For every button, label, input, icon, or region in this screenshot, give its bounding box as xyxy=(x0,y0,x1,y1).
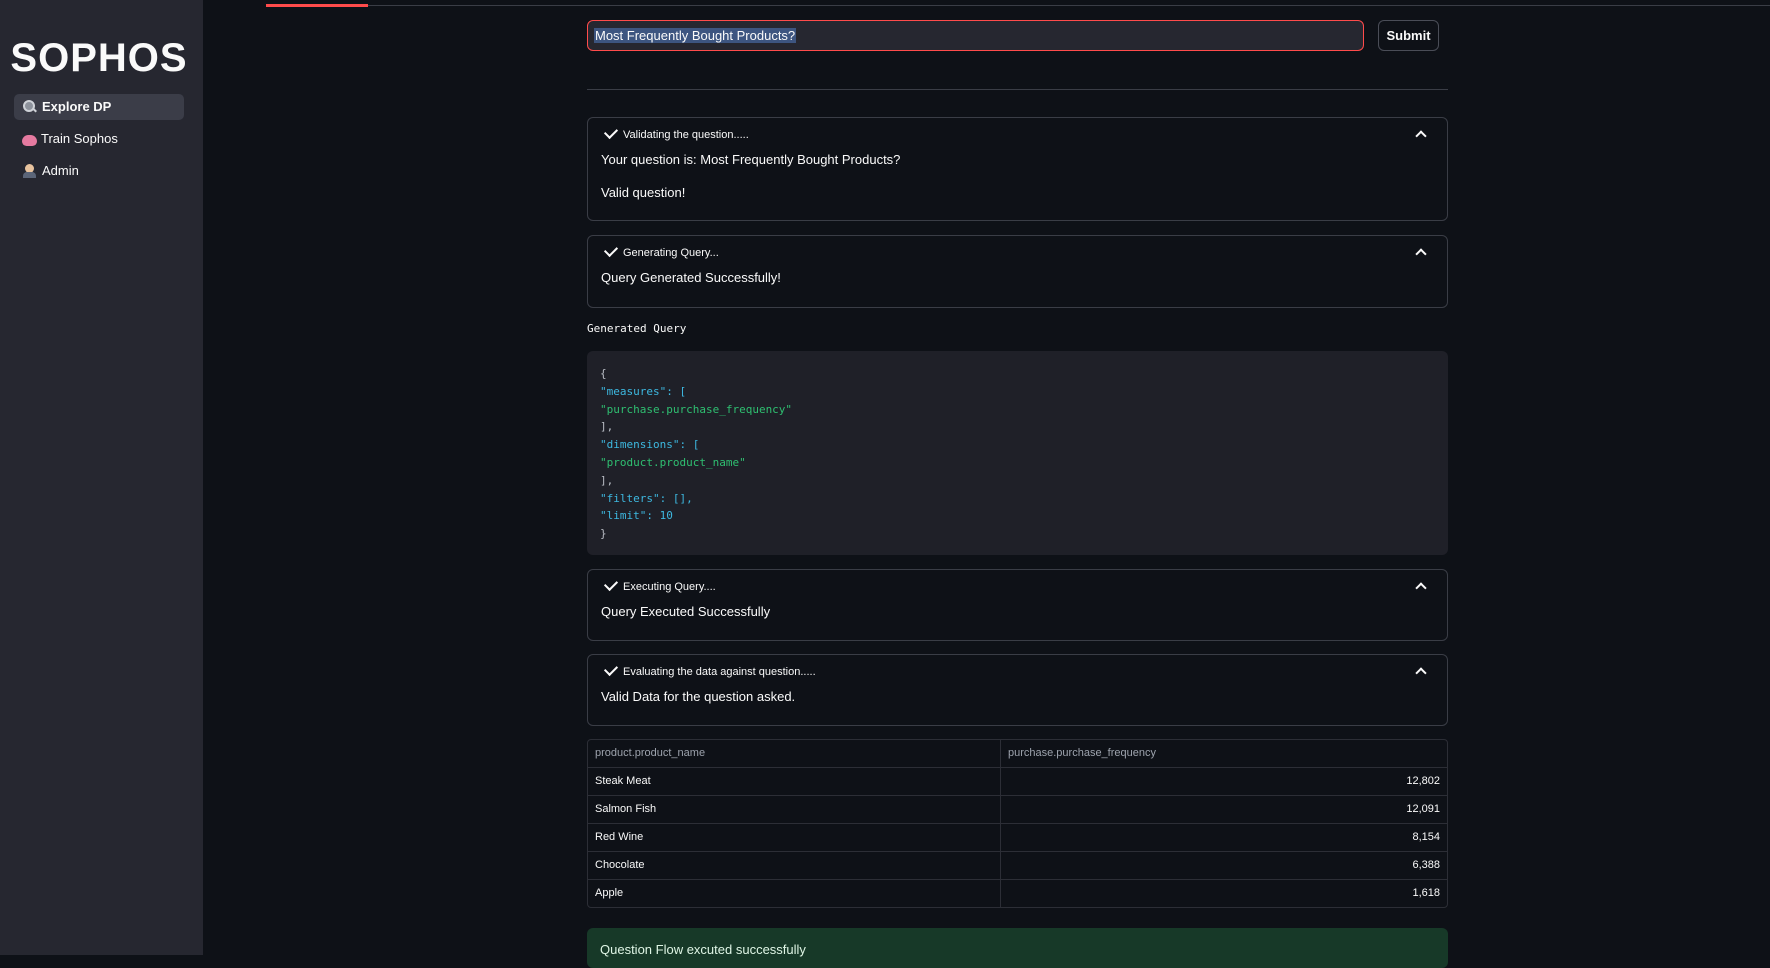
question-input[interactable]: Most Frequently Bought Products? xyxy=(587,20,1364,51)
step-title: Validating the question..... xyxy=(623,129,749,141)
code-line: ], xyxy=(600,473,614,487)
brain-icon xyxy=(22,134,37,146)
submit-button[interactable]: Submit xyxy=(1378,20,1439,51)
check-icon xyxy=(603,576,619,592)
code-line: { xyxy=(600,367,607,380)
code-line: "dimensions": [ xyxy=(600,438,700,452)
sidebar: SOPHOS Explore DP Train Sophos Admin xyxy=(0,0,203,955)
top-progress-accent xyxy=(266,4,368,7)
step-generating-header[interactable]: Generating Query... xyxy=(588,236,1447,270)
table-row: Steak Meat 12,802 xyxy=(588,768,1447,796)
chevron-up-icon[interactable] xyxy=(1415,248,1427,260)
sidebar-item-label: Explore DP xyxy=(42,99,112,114)
step-validating-header[interactable]: Validating the question..... xyxy=(588,118,1447,152)
top-progress-track xyxy=(266,5,1770,6)
chevron-up-icon[interactable] xyxy=(1415,130,1427,142)
sidebar-item-explore-dp[interactable]: Explore DP xyxy=(14,94,184,120)
chevron-up-icon[interactable] xyxy=(1415,667,1427,679)
table-row: Chocolate 6,388 xyxy=(588,852,1447,880)
step-title: Evaluating the data against question....… xyxy=(623,666,816,678)
table-cell[interactable]: 1,618 xyxy=(1001,880,1447,907)
code-line: "product.product_name" xyxy=(600,455,746,469)
step-message: Query Executed Successfully xyxy=(601,604,771,619)
magnifier-icon xyxy=(22,100,38,114)
code-line: "measures": [ xyxy=(600,384,687,398)
table-cell[interactable]: 12,802 xyxy=(1001,768,1447,795)
sidebar-item-label: Train Sophos xyxy=(41,131,118,146)
code-line: "purchase.purchase_frequency" xyxy=(600,402,793,416)
sidebar-nav: Explore DP Train Sophos Admin xyxy=(14,94,184,190)
check-icon xyxy=(603,242,619,258)
code-line: } xyxy=(600,527,607,541)
check-icon xyxy=(603,124,619,140)
table-cell[interactable]: Red Wine xyxy=(588,824,1001,851)
step-evaluating-expander: Evaluating the data against question....… xyxy=(587,654,1448,726)
column-header[interactable]: purchase.purchase_frequency xyxy=(1001,740,1447,767)
generated-query-label: Generated Query xyxy=(587,322,687,335)
generated-query-code: { "measures": [ "purchase.purchase_frequ… xyxy=(587,351,1448,555)
table-row: Salmon Fish 12,091 xyxy=(588,796,1447,824)
table-cell[interactable]: Steak Meat xyxy=(588,768,1001,795)
step-message: Your question is: Most Frequently Bought… xyxy=(601,152,901,167)
step-message: Valid question! xyxy=(601,185,686,200)
code-line: "filters": [], xyxy=(600,491,693,505)
table-row: Red Wine 8,154 xyxy=(588,824,1447,852)
admin-person-icon xyxy=(22,164,38,178)
results-table[interactable]: product.product_name purchase.purchase_f… xyxy=(587,739,1448,908)
table-cell[interactable]: Chocolate xyxy=(588,852,1001,879)
table-row: Apple 1,618 xyxy=(588,880,1447,907)
step-title: Generating Query... xyxy=(623,247,719,259)
step-evaluating-header[interactable]: Evaluating the data against question....… xyxy=(588,655,1447,689)
step-generating-expander: Generating Query... Query Generated Succ… xyxy=(587,235,1448,308)
column-header[interactable]: product.product_name xyxy=(588,740,1001,767)
step-message: Valid Data for the question asked. xyxy=(601,689,796,704)
sidebar-item-label: Admin xyxy=(42,163,79,178)
divider xyxy=(587,89,1448,90)
table-cell[interactable]: Apple xyxy=(588,880,1001,907)
table-cell[interactable]: 12,091 xyxy=(1001,796,1447,823)
table-cell[interactable]: Salmon Fish xyxy=(588,796,1001,823)
sidebar-item-train-sophos[interactable]: Train Sophos xyxy=(14,126,184,152)
check-icon xyxy=(603,661,619,677)
chevron-up-icon[interactable] xyxy=(1415,582,1427,594)
sidebar-item-admin[interactable]: Admin xyxy=(14,158,184,184)
table-cell[interactable]: 6,388 xyxy=(1001,852,1447,879)
success-alert: Question Flow excuted successfully xyxy=(587,928,1448,968)
code-line: ], xyxy=(600,420,614,434)
step-validating-expander: Validating the question..... Your questi… xyxy=(587,117,1448,221)
question-input-value: Most Frequently Bought Products? xyxy=(594,28,797,43)
step-executing-header[interactable]: Executing Query.... xyxy=(588,570,1447,604)
step-title: Executing Query.... xyxy=(623,581,716,593)
code-line: "limit": 10 xyxy=(600,509,673,523)
table-cell[interactable]: 8,154 xyxy=(1001,824,1447,851)
step-message: Query Generated Successfully! xyxy=(601,270,781,285)
brand-title: SOPHOS xyxy=(10,36,188,80)
table-header-row: product.product_name purchase.purchase_f… xyxy=(588,740,1447,768)
step-executing-expander: Executing Query.... Query Executed Succe… xyxy=(587,569,1448,641)
